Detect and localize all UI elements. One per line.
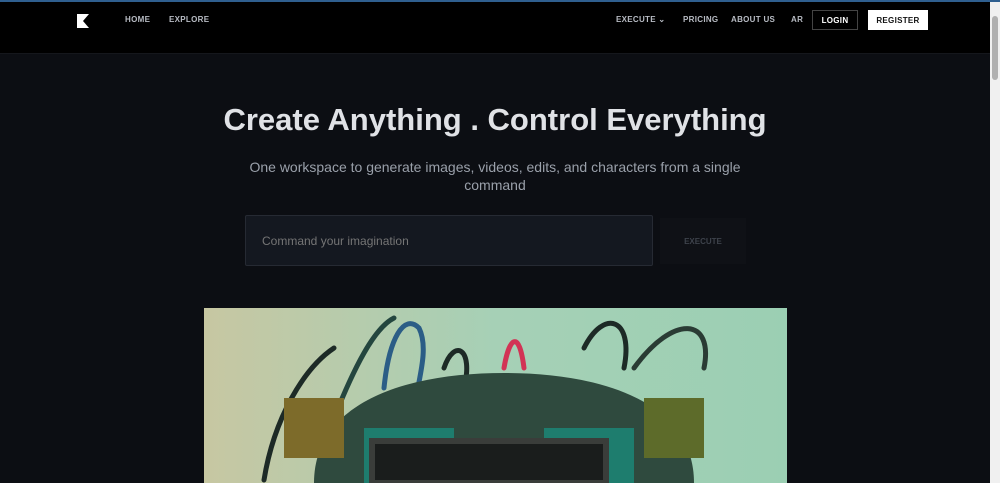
nav-explore[interactable]: EXPLORE — [169, 15, 209, 24]
page-title: Create Anything . Control Everything — [223, 102, 767, 137]
scrollbar[interactable] — [990, 2, 1000, 483]
scrollbar-thumb[interactable] — [992, 16, 998, 80]
robot-cables-illustration — [261, 315, 708, 483]
login-button[interactable]: LOGIN — [812, 10, 858, 30]
nav-execute-label: EXECUTE — [616, 15, 656, 24]
execute-button[interactable]: EXECUTE — [660, 218, 746, 264]
register-button[interactable]: REGISTER — [868, 10, 928, 30]
chevron-down-icon: ⌄ — [658, 15, 666, 24]
nav-execute[interactable]: EXECUTE ⌄ — [616, 15, 665, 24]
hero-image — [204, 308, 787, 483]
nav-about[interactable]: ABOUT US — [731, 15, 775, 24]
nav-pricing[interactable]: PRICING — [683, 15, 718, 24]
nav-language[interactable]: AR — [791, 15, 803, 24]
nav-home[interactable]: HOME — [125, 15, 150, 24]
page-subtitle: One workspace to generate images, videos… — [249, 159, 741, 193]
command-input[interactable] — [245, 215, 653, 266]
logo-icon[interactable] — [77, 14, 89, 28]
top-nav: HOME EXPLORE EXECUTE ⌄ PRICING ABOUT US … — [0, 2, 990, 54]
